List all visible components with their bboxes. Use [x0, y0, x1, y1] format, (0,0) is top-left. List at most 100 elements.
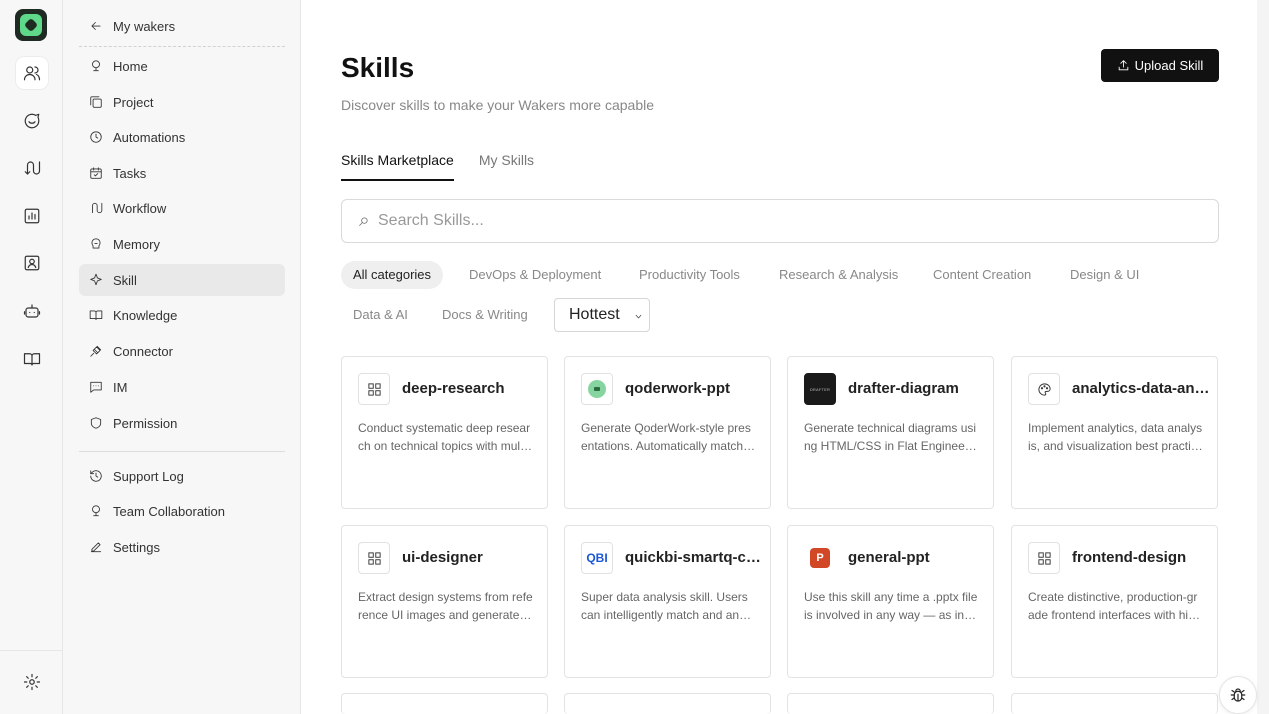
- skill-card[interactable]: ui-designer Extract design systems from …: [341, 525, 548, 678]
- sidebar-item-memory[interactable]: Memory: [79, 228, 285, 260]
- back-to-wakers[interactable]: My wakers: [79, 10, 285, 42]
- sidebar-item-automations[interactable]: Automations: [79, 121, 285, 153]
- skill-name: general-ppt: [848, 549, 930, 566]
- sidebar-item-connector[interactable]: Connector: [79, 335, 285, 367]
- sidebar-item-label: Skill: [113, 272, 137, 288]
- sort-selected: Hottest: [569, 306, 620, 323]
- sidebar-item-label: Tasks: [113, 165, 147, 181]
- skill-description: Conduct systematic deep research on tech…: [358, 421, 533, 453]
- wakers-icon[interactable]: [16, 57, 48, 89]
- sidebar-item-label: IM: [113, 379, 128, 395]
- skill-name: analytics-data-analysis: [1072, 380, 1212, 397]
- search-input[interactable]: [378, 212, 1178, 230]
- palette-icon: [1028, 373, 1060, 405]
- book-open-icon[interactable]: [16, 343, 48, 375]
- workflow-rail-icon[interactable]: [16, 152, 48, 184]
- sidebar-item-team-collaboration[interactable]: Team Collaboration: [79, 495, 285, 527]
- sidebar-item-label: Automations: [113, 129, 186, 145]
- project-icon: [88, 94, 104, 110]
- skill-card-partial[interactable]: [787, 693, 994, 714]
- sidebar-item-tasks[interactable]: Tasks: [79, 157, 285, 189]
- chart-icon[interactable]: [16, 200, 48, 232]
- edit-icon: [88, 539, 104, 555]
- sidebar-item-label: Settings: [113, 539, 160, 555]
- page-subtitle: Discover skills to make your Wakers more…: [341, 97, 655, 113]
- sidebar: My wakers Home Project Automations Tasks…: [63, 0, 301, 714]
- memory-icon: [88, 236, 104, 252]
- sidebar-item-skill[interactable]: Skill: [79, 264, 285, 296]
- grid-icon: [1028, 542, 1060, 574]
- sidebar-item-settings[interactable]: Settings: [79, 531, 285, 563]
- skill-card[interactable]: DRAFTER drafter-diagram Generate technic…: [787, 356, 994, 509]
- skill-card[interactable]: QBI quickbi-smartq-chat Super data analy…: [564, 525, 771, 678]
- category-devops[interactable]: DevOps & Deployment: [457, 261, 613, 289]
- contact-card-icon[interactable]: [16, 247, 48, 279]
- category-productivity[interactable]: Productivity Tools: [627, 261, 752, 289]
- drafter-icon: DRAFTER: [804, 373, 836, 405]
- skill-name: deep-research: [402, 380, 505, 397]
- search-box[interactable]: [341, 199, 1219, 243]
- page-title: Skills: [341, 52, 415, 83]
- sidebar-item-home[interactable]: Home: [79, 50, 285, 82]
- skill-card[interactable]: analytics-data-analysis Implement analyt…: [1011, 356, 1218, 509]
- sidebar-item-label: Support Log: [113, 468, 184, 484]
- skill-card[interactable]: deep-research Conduct systematic deep re…: [341, 356, 548, 509]
- skill-icon: [88, 272, 104, 288]
- drafter-logo-text: DRAFTER: [809, 386, 831, 392]
- sidebar-item-label: Permission: [113, 415, 178, 431]
- upload-skill-button[interactable]: Upload Skill: [1101, 49, 1219, 82]
- upload-skill-label: Upload Skill: [1134, 58, 1204, 73]
- arrow-left-icon: [88, 18, 104, 34]
- category-all[interactable]: All categories: [341, 261, 444, 289]
- skill-card[interactable]: qoderwork-ppt Generate QoderWork-style p…: [564, 356, 771, 509]
- gear-icon[interactable]: [16, 666, 48, 698]
- bug-report-button[interactable]: [1219, 676, 1257, 714]
- sidebar-item-label: Project: [113, 94, 154, 110]
- upload-icon: [1118, 60, 1128, 71]
- skill-card[interactable]: P general-ppt Use this skill any time a …: [787, 525, 994, 678]
- category-docs[interactable]: Docs & Writing: [430, 301, 540, 329]
- skill-card-partial[interactable]: [1011, 693, 1218, 714]
- skill-card-partial[interactable]: [341, 693, 548, 714]
- category-content[interactable]: Content Creation: [921, 261, 1043, 289]
- chat-icon: [88, 379, 104, 395]
- tab-bar: Skills Marketplace My Skills: [341, 150, 534, 182]
- sidebar-item-label: Workflow: [113, 200, 167, 216]
- skill-name: ui-designer: [402, 549, 483, 566]
- workflow-icon: [88, 200, 104, 216]
- robot-icon[interactable]: [16, 295, 48, 327]
- skill-card[interactable]: frontend-design Create distinctive, prod…: [1011, 525, 1218, 678]
- sidebar-item-workflow[interactable]: Workflow: [79, 192, 285, 224]
- tab-skills-marketplace[interactable]: Skills Marketplace: [341, 150, 454, 181]
- main-content: Skills Discover skills to make your Wake…: [301, 0, 1257, 714]
- home-icon: [88, 58, 104, 74]
- tab-my-skills[interactable]: My Skills: [479, 150, 534, 181]
- powerpoint-icon: P: [804, 542, 836, 574]
- sidebar-item-support-log[interactable]: Support Log: [79, 460, 285, 492]
- category-data-ai[interactable]: Data & AI: [341, 301, 420, 329]
- sidebar-item-label: Team Collaboration: [113, 503, 226, 519]
- skill-description: Generate QoderWork-style presentations. …: [581, 421, 756, 453]
- skill-card-partial[interactable]: [564, 693, 771, 714]
- back-label: My wakers: [113, 18, 176, 34]
- app-logo[interactable]: [15, 9, 47, 41]
- skill-description: Implement analytics, data analysis, and …: [1028, 421, 1204, 453]
- calendar-icon: [88, 165, 104, 181]
- scrollbar[interactable]: [1257, 0, 1269, 714]
- skill-name: drafter-diagram: [848, 380, 959, 397]
- shield-icon: [88, 415, 104, 431]
- grid-icon: [358, 373, 390, 405]
- skill-description: Use this skill any time a .pptx file is …: [804, 590, 978, 622]
- sort-select[interactable]: Hottest: [554, 298, 650, 332]
- sidebar-item-project[interactable]: Project: [79, 86, 285, 118]
- grid-icon: [358, 542, 390, 574]
- sidebar-item-knowledge[interactable]: Knowledge: [79, 299, 285, 331]
- category-research[interactable]: Research & Analysis: [767, 261, 910, 289]
- bug-icon: [1230, 688, 1246, 702]
- category-design[interactable]: Design & UI: [1058, 261, 1151, 289]
- chat-bubble-icon[interactable]: [16, 105, 48, 137]
- sidebar-item-im[interactable]: IM: [79, 371, 285, 403]
- sidebar-item-label: Memory: [113, 236, 160, 252]
- sidebar-item-permission[interactable]: Permission: [79, 407, 285, 439]
- search-icon: [359, 216, 368, 226]
